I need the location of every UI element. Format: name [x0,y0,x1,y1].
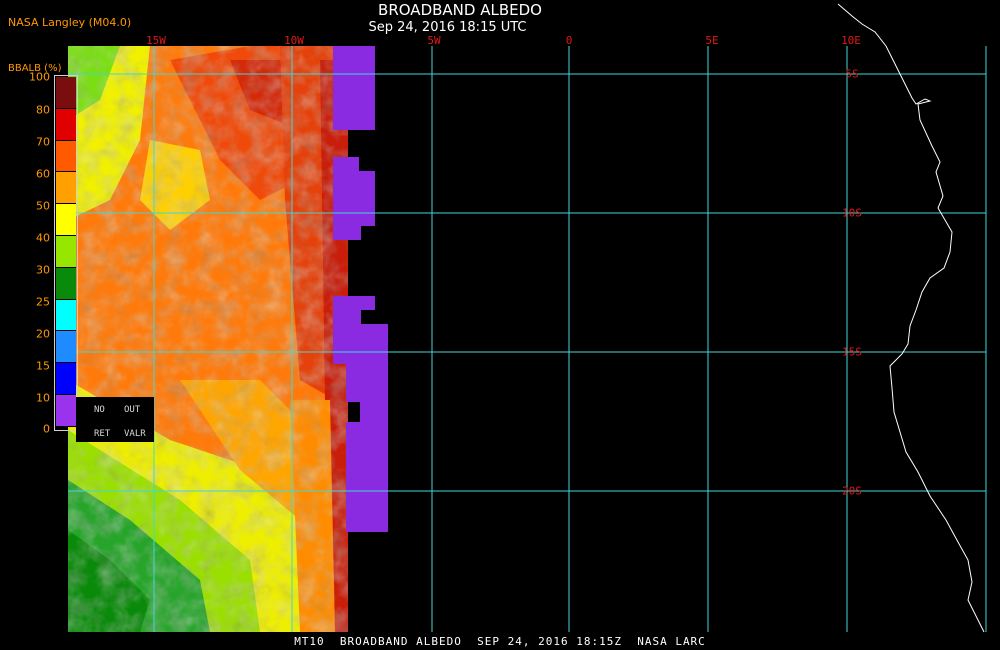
colorbar-swatch [56,235,76,268]
legend-ret: RET [94,429,111,439]
lon-label-10w: 10W [284,34,304,47]
colorbar-swatch [56,363,76,395]
colorbar-tick: 25 [36,295,50,309]
colorbar-tick: 80 [36,103,50,117]
no-retrieval-legend: NO OUT RET VALR [76,397,154,442]
legend-valr: VALR [124,429,146,439]
colorbar-tick: 70 [36,135,50,149]
colorbar-swatch [56,394,76,427]
lon-label-15w: 15W [146,34,166,47]
legend-out: OUT [124,405,141,415]
colorbar-tick: 15 [36,359,50,373]
lon-label-5e: 5E [705,34,719,47]
colorbar-tick: 30 [36,263,50,277]
colorbar-swatch [56,108,76,141]
colorbar-tick: 10 [36,391,50,405]
legend-no: NO [94,405,105,415]
lon-label-0: 0 [565,34,573,47]
colorbar-swatch [56,140,76,173]
satellite-albedo-map [68,3,987,633]
colorbar-swatch [56,172,76,205]
colorbar-swatch [56,267,76,300]
cloud-albedo-swath [68,46,348,632]
colorbar-swatch [56,299,76,332]
colorbar-tick: 60 [36,167,50,181]
footer-caption: MT10 BROADBAND ALBEDO SEP 24, 2016 18:15… [294,635,706,648]
colorbar-tick: 20 [36,327,50,341]
lat-label-15s: 15S [842,345,862,359]
map-display: NASA Langley (M04.0) BROADBAND ALBEDO Se… [0,0,1000,650]
lat-label-20s: 20S [842,484,862,498]
colorbar-tick: 0 [43,422,50,436]
lon-label-10e: 10E [841,34,861,47]
colorbar-tick: 100 [29,70,50,84]
colorbar-tick: 50 [36,199,50,213]
lat-label-10s: 10S [842,206,862,220]
map-title: BROADBAND ALBEDO [378,1,542,19]
colorbar [56,77,76,427]
map-datetime: Sep 24, 2016 18:15 UTC [368,20,527,35]
lat-label-5s: 5S [845,67,859,81]
colorbar-tick: 40 [36,231,50,245]
colorbar-swatch [56,77,76,109]
colorbar-swatch [56,204,76,236]
lon-label-5w: 5W [427,34,441,47]
colorbar-swatch [56,331,76,364]
coastline [837,3,985,633]
